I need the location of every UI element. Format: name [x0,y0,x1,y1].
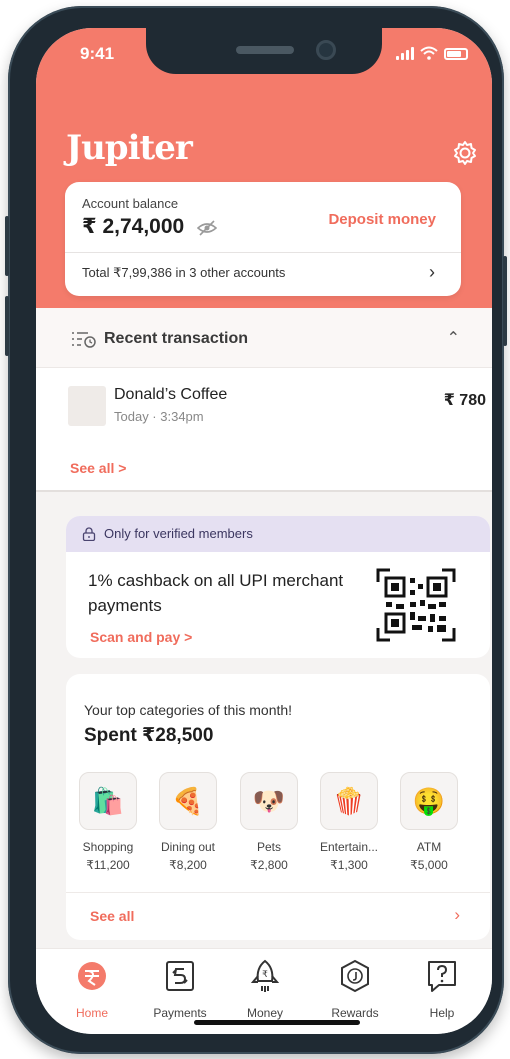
category-amount: ₹2,800 [250,858,288,872]
shopping-bags-icon: 🛍️ [79,772,137,830]
see-all-categories-link[interactable]: See all [90,908,134,924]
category-label: Shopping [82,840,134,854]
category-label: Dining out [160,840,216,854]
status-icons [396,46,468,60]
volume-up-button [5,216,9,276]
wifi-icon [420,46,438,60]
popcorn-icon: 🍿 [320,772,378,830]
chevron-right-icon[interactable]: › [429,262,435,283]
nav-help[interactable]: Help [402,959,482,1020]
signal-icon [396,47,414,60]
top-categories-subtitle: Your top categories of this month! [84,702,293,718]
category-label: Entertain... [319,840,379,854]
lock-icon [82,527,96,541]
verified-members-banner: Only for verified members [66,516,490,552]
gear-icon[interactable] [452,140,478,166]
transaction-amount: ₹ 780 [443,392,486,409]
divider [65,252,461,253]
nav-help-label: Help [429,1006,455,1020]
volume-down-button [5,296,9,356]
nav-rewards-label: Rewards [331,1006,379,1020]
scan-and-pay-link[interactable]: Scan and pay > [90,629,192,645]
category-shopping[interactable]: 🛍️ Shopping ₹11,200 [68,772,148,872]
nav-money[interactable]: ₹ Money [225,959,305,1020]
front-camera [316,40,336,60]
merchant-thumbnail [68,386,106,426]
category-amount: ₹8,200 [169,858,207,872]
status-time: 9:41 [80,44,115,63]
category-entertainment[interactable]: 🍿 Entertain... ₹1,300 [309,772,389,872]
category-label: Pets [256,840,281,854]
qr-code-icon [376,568,456,642]
chevron-up-icon[interactable]: ⌃ [447,328,460,348]
speaker-grille [236,46,294,54]
deposit-money-button[interactable]: Deposit money [328,211,436,228]
category-amount: ₹11,200 [86,858,130,872]
nav-home[interactable]: Home [52,959,132,1020]
phone-notch [146,28,382,74]
total-spent: Spent ₹28,500 [84,725,214,746]
section-divider [36,490,492,492]
recent-transactions-section: Recent transaction ⌃ Donald’s Coffee Tod… [36,308,492,492]
pizza-icon: 🍕 [159,772,217,830]
payments-icon [166,961,194,991]
balance-card: Account balance ₹ 2,74,000 Deposit money… [65,182,461,296]
transaction-merchant: Donald’s Coffee [114,386,228,403]
nav-home-label: Home [75,1006,108,1020]
transaction-time: Today · 3:34pm [114,409,204,424]
balance-amount: ₹ 2,74,000 [82,215,185,238]
balance-label: Account balance [82,196,179,211]
svg-text:₹: ₹ [262,970,268,980]
chevron-right-icon[interactable]: › [454,905,460,925]
help-icon [428,961,456,992]
recent-transactions-header[interactable]: Recent transaction ⌃ [36,308,492,368]
clock-list-icon [72,332,96,348]
category-label: ATM [416,840,442,854]
rocket-icon: ₹ [250,959,280,992]
see-all-transactions-link[interactable]: See all > [70,460,126,476]
category-amount: ₹5,000 [410,858,448,872]
recent-transactions-title: Recent transaction [104,330,249,347]
money-face-icon: 🤑 [400,772,458,830]
nav-money-label: Money [246,1006,284,1020]
nav-rewards[interactable]: Rewards [315,959,395,1020]
category-atm[interactable]: 🤑 ATM ₹5,000 [389,772,469,872]
upi-cashback-card[interactable]: Only for verified members 1% cashback on… [66,516,490,658]
top-categories-card: Your top categories of this month! Spent… [66,674,490,940]
divider [66,892,490,893]
other-accounts-total[interactable]: Total ₹7,99,386 in 3 other accounts [82,265,285,281]
battery-icon [444,48,468,60]
cashback-offer-text: 1% cashback on all UPI merchant payments [88,571,344,615]
category-dining-out[interactable]: 🍕 Dining out ₹8,200 [148,772,228,872]
category-amount: ₹1,300 [330,858,368,872]
category-pets[interactable]: 🐶 Pets ₹2,800 [229,772,309,872]
dog-icon: 🐶 [240,772,298,830]
nav-payments-label: Payments [153,1006,207,1020]
rewards-icon [341,959,369,993]
home-icon [78,962,106,990]
verified-members-text: Only for verified members [104,526,253,541]
jupiter-logo: Jupiter [66,128,193,168]
home-indicator [194,1020,360,1025]
power-button [503,256,507,346]
phone-frame: 9:41 Jupiter Account balance ₹ 2,74,000 … [5,6,507,1054]
app-screen: 9:41 Jupiter Account balance ₹ 2,74,000 … [36,28,492,1034]
hide-balance-icon[interactable] [197,220,217,236]
nav-payments[interactable]: Payments [140,959,220,1020]
